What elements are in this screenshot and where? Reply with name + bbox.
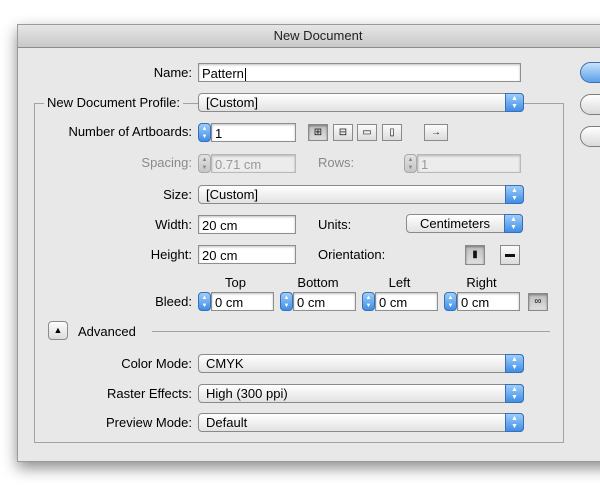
name-value: Pattern (202, 66, 244, 81)
spacing-stepper: ▲ ▼ (198, 154, 211, 173)
preview-mode-value: Default (206, 415, 248, 430)
size-value: [Custom] (206, 187, 259, 202)
grid-by-column-icon[interactable]: ⊟ (333, 124, 353, 141)
ok-button[interactable] (580, 62, 600, 83)
rows-input: 1 (417, 154, 521, 173)
cancel-button[interactable] (580, 94, 600, 115)
advanced-disclosure-button[interactable]: ▲ (48, 321, 68, 340)
bleed-right-stepper[interactable]: ▲ ▼ (444, 292, 457, 311)
raster-effects-popup[interactable]: High (300 ppi) ▲ ▼ (198, 384, 524, 403)
bleed-left-label: Left (388, 275, 411, 290)
height-input[interactable]: 20 cm (198, 245, 296, 264)
link-chain-icon[interactable]: ∞ (528, 293, 548, 311)
bleed-left-stepper[interactable]: ▲ ▼ (362, 292, 375, 311)
popup-arrows-icon: ▲ ▼ (505, 384, 524, 403)
profile-popup[interactable]: [Custom] ▲ ▼ (198, 93, 524, 112)
name-label: Name: (153, 65, 192, 80)
color-mode-value: CMYK (206, 356, 244, 371)
size-label: Size: (163, 187, 192, 202)
right-to-left-arrow-icon[interactable]: → (424, 124, 448, 141)
height-label: Height: (150, 247, 192, 262)
bleed-left-input[interactable]: 0 cm (375, 292, 438, 311)
width-input[interactable]: 20 cm (198, 215, 296, 234)
preview-mode-label: Preview Mode: (106, 415, 192, 430)
rows-label: Rows: (318, 155, 355, 170)
popup-arrows-icon: ▲ ▼ (505, 354, 524, 373)
spacing-input: 0.71 cm (211, 154, 296, 173)
popup-arrows-icon: ▲ ▼ (505, 93, 524, 112)
raster-effects-value: High (300 ppi) (206, 386, 288, 401)
units-label: Units: (318, 217, 352, 232)
advanced-label: Advanced (78, 324, 136, 339)
color-mode-label: Color Mode: (121, 356, 192, 371)
popup-arrows-icon: ▲ ▼ (504, 214, 523, 233)
profile-label: New Document Profile: (44, 95, 183, 110)
popup-arrows-icon: ▲ ▼ (505, 185, 524, 204)
orientation-label: Orientation: (318, 247, 386, 262)
artboards-input[interactable]: 1 (211, 123, 296, 142)
window-title: New Document (18, 25, 600, 48)
rows-stepper: ▲ ▼ (404, 154, 417, 173)
bleed-bottom-input[interactable]: 0 cm (293, 292, 356, 311)
grid-by-row-icon[interactable]: ⊞ (308, 124, 328, 141)
color-mode-popup[interactable]: CMYK ▲ ▼ (198, 354, 524, 373)
units-value: Centimeters (419, 216, 491, 231)
bleed-right-label: Right (466, 275, 497, 290)
advanced-divider (152, 331, 550, 332)
width-label: Width: (155, 217, 192, 232)
raster-effects-label: Raster Effects: (106, 386, 192, 401)
text-caret (244, 67, 246, 81)
units-popup[interactable]: Centimeters ▲ ▼ (406, 214, 523, 233)
preview-mode-popup[interactable]: Default ▲ ▼ (198, 413, 524, 432)
bleed-label: Bleed: (155, 294, 192, 309)
arrange-by-column-icon[interactable]: ▯ (382, 124, 402, 141)
bleed-top-label: Top (225, 275, 246, 290)
artboards-stepper[interactable]: ▲ ▼ (198, 123, 211, 142)
bleed-bottom-stepper[interactable]: ▲ ▼ (280, 292, 293, 311)
spacing-label: Spacing: (141, 155, 192, 170)
triangle-up-icon: ▲ (53, 325, 63, 335)
arrange-by-row-icon[interactable]: ▭ (357, 124, 377, 141)
size-popup[interactable]: [Custom] ▲ ▼ (198, 185, 524, 204)
templates-button[interactable] (580, 126, 600, 147)
profile-value: [Custom] (206, 95, 259, 110)
artboards-label: Number of Artboards: (68, 124, 192, 139)
landscape-orientation-icon[interactable]: ▬ (500, 245, 520, 265)
bleed-top-stepper[interactable]: ▲ ▼ (198, 292, 211, 311)
new-document-dialog: New Document Name: Pattern New Document … (17, 24, 600, 462)
portrait-orientation-icon[interactable]: ▮ (465, 245, 485, 265)
bleed-right-input[interactable]: 0 cm (457, 292, 520, 311)
popup-arrows-icon: ▲ ▼ (505, 413, 524, 432)
bleed-top-input[interactable]: 0 cm (211, 292, 274, 311)
bleed-bottom-label: Bottom (297, 275, 339, 290)
name-input[interactable]: Pattern (198, 63, 521, 82)
